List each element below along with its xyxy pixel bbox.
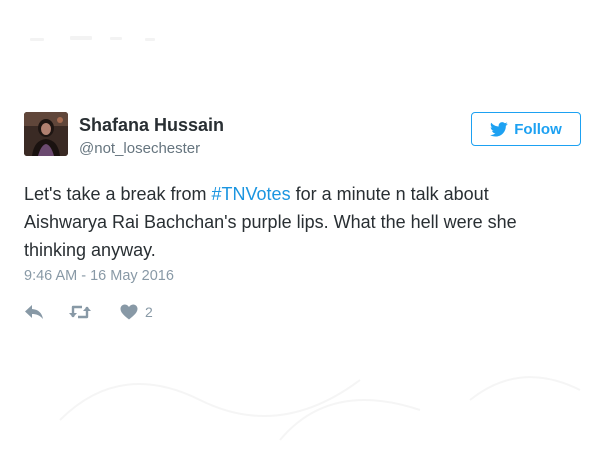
tweet-card: Shafana Hussain @not_losechester Follow … [0, 0, 600, 450]
follow-button[interactable]: Follow [471, 112, 581, 146]
retweet-button[interactable] [68, 304, 92, 320]
reply-button[interactable] [24, 304, 44, 320]
follow-button-label: Follow [514, 120, 562, 138]
tweet-text: Let's take a break from #TNVotes for a m… [24, 180, 574, 264]
like-button[interactable]: 2 [120, 304, 153, 320]
heart-icon [120, 304, 138, 320]
retweet-icon [69, 305, 91, 319]
hashtag-link[interactable]: #TNVotes [212, 184, 291, 204]
avatar[interactable] [24, 112, 68, 156]
like-count: 2 [145, 304, 153, 320]
tweet-actions: 2 [24, 302, 153, 322]
tweet-text-start: Let's take a break from [24, 184, 212, 204]
author-display-name[interactable]: Shafana Hussain [79, 115, 224, 136]
profile-photo-icon [24, 112, 68, 156]
bird-icon [490, 121, 508, 137]
author-username[interactable]: @not_losechester [79, 140, 200, 157]
reply-icon [25, 305, 43, 319]
tweet-timestamp[interactable]: 9:46 AM - 16 May 2016 [24, 268, 174, 284]
